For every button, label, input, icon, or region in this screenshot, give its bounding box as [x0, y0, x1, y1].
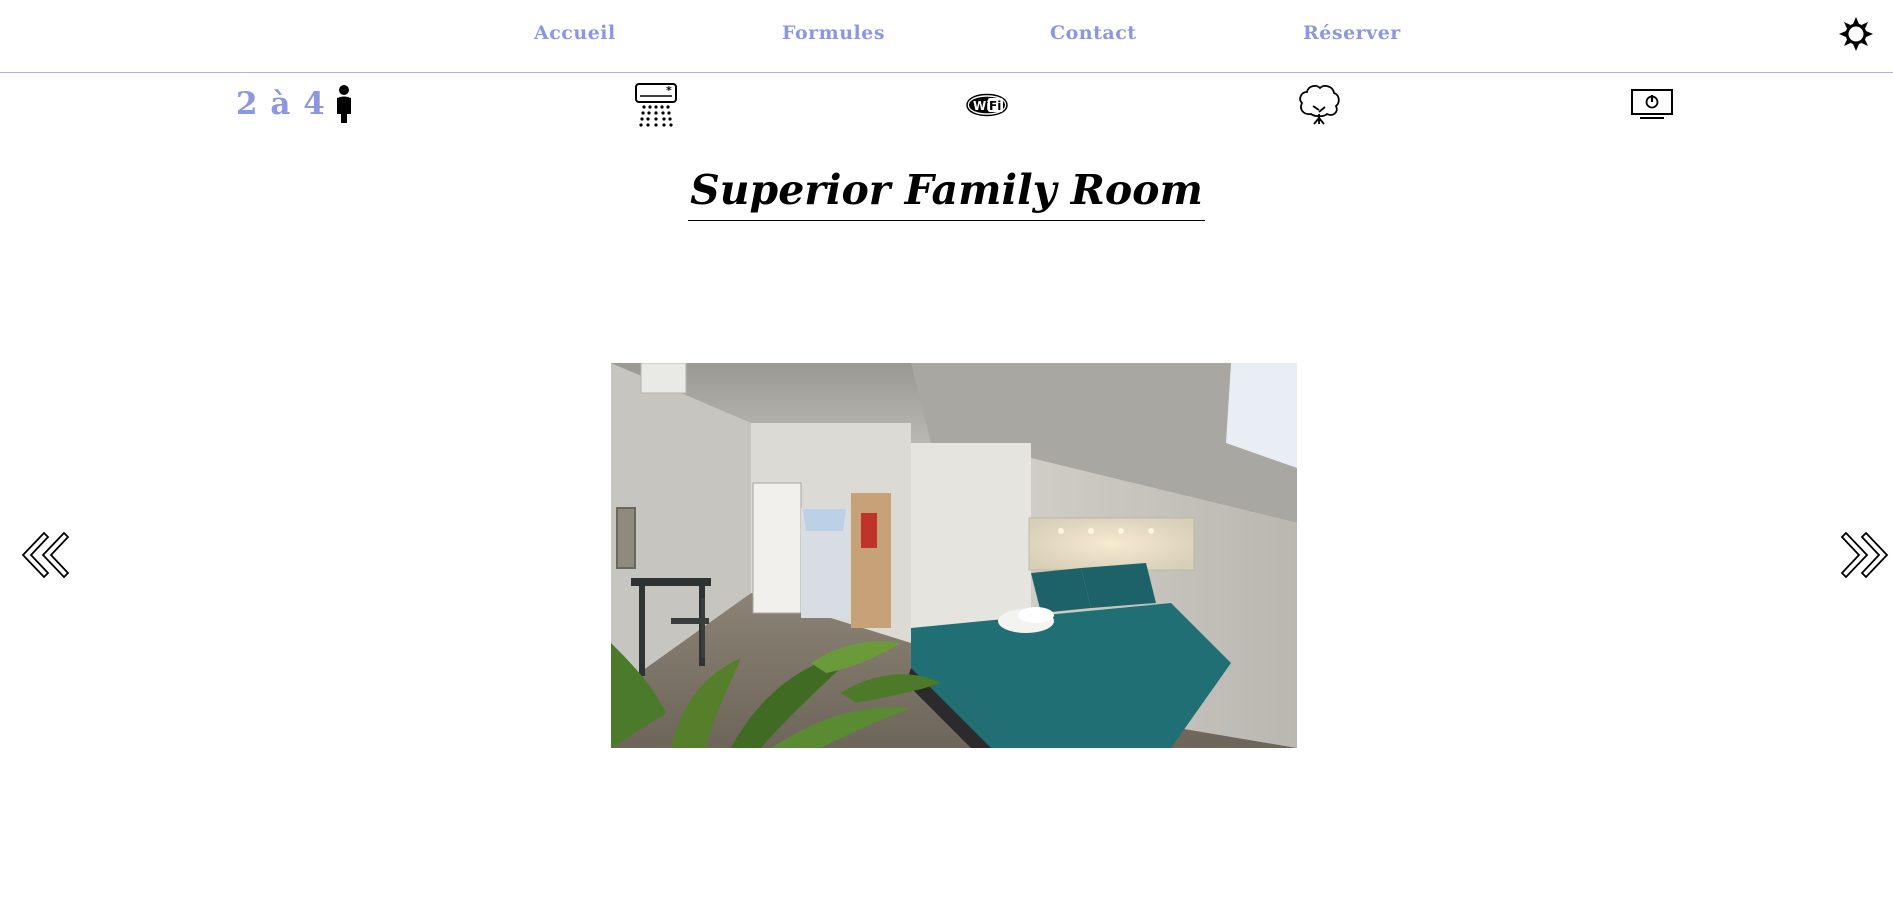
amenity-television	[1630, 88, 1674, 124]
tv-icon	[1631, 89, 1673, 119]
theme-toggle-button[interactable]	[1838, 16, 1874, 52]
carousel-prev-button[interactable]	[20, 530, 70, 580]
top-navigation: Accueil Formules Contact Réserver	[0, 0, 1893, 73]
nav-link-formules[interactable]: Formules	[782, 22, 885, 44]
room-title: Superior Family Room	[688, 162, 1205, 221]
amenities-bar: 2 à 4 * Wi Fi	[0, 78, 1893, 134]
amenity-wifi: Wi Fi	[965, 90, 1009, 124]
wifi-icon: Wi Fi	[966, 93, 1008, 117]
svg-text:Fi: Fi	[989, 99, 1001, 113]
svg-text:*: *	[666, 84, 672, 97]
double-chevron-right-icon	[1840, 531, 1889, 579]
sun-icon	[1839, 17, 1873, 51]
carousel-next-button[interactable]	[1840, 530, 1890, 580]
room-photo	[611, 363, 1297, 748]
air-conditioner-icon: *	[635, 83, 677, 127]
person-icon	[336, 85, 351, 123]
capacity-indicator: 2 à 4	[236, 84, 354, 124]
capacity-text: 2 à 4	[236, 86, 326, 122]
nav-link-contact[interactable]: Contact	[1050, 22, 1137, 44]
tree-icon	[1299, 85, 1340, 125]
room-title-container: Superior Family Room	[0, 162, 1893, 221]
bedroom-image	[611, 363, 1297, 748]
double-chevron-left-icon	[21, 531, 70, 579]
amenity-air-conditioning: *	[634, 82, 678, 132]
amenity-garden	[1297, 82, 1341, 130]
nav-link-accueil[interactable]: Accueil	[534, 22, 616, 44]
svg-text:Wi: Wi	[973, 99, 990, 113]
nav-link-reserver[interactable]: Réserver	[1303, 22, 1401, 44]
